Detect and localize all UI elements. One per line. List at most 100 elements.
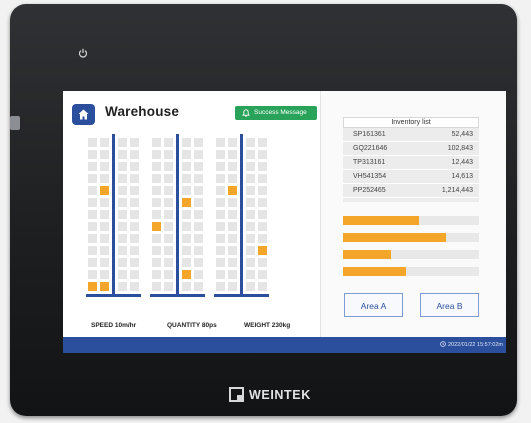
- storage-slot[interactable]: [100, 210, 109, 219]
- storage-slot[interactable]: [88, 210, 97, 219]
- storage-slot[interactable]: [216, 186, 225, 195]
- storage-slot[interactable]: [258, 138, 267, 147]
- inventory-row[interactable]: TP313161 12,443: [343, 156, 479, 170]
- storage-slot[interactable]: [246, 246, 255, 255]
- storage-slot[interactable]: [164, 186, 173, 195]
- storage-slot[interactable]: [228, 210, 237, 219]
- storage-slot[interactable]: [130, 270, 139, 279]
- storage-slot[interactable]: [246, 258, 255, 267]
- success-message-badge[interactable]: Success Message: [235, 106, 317, 120]
- storage-slot[interactable]: [100, 174, 109, 183]
- storage-slot[interactable]: [118, 210, 127, 219]
- storage-slot[interactable]: [216, 282, 225, 291]
- storage-slot[interactable]: [130, 162, 139, 171]
- storage-slot[interactable]: [100, 138, 109, 147]
- storage-slot[interactable]: [118, 270, 127, 279]
- area-b-button[interactable]: Area B: [420, 293, 479, 317]
- storage-slot[interactable]: [88, 186, 97, 195]
- storage-slot[interactable]: [228, 198, 237, 207]
- storage-slot[interactable]: [100, 246, 109, 255]
- storage-slot[interactable]: [152, 210, 161, 219]
- storage-slot[interactable]: [182, 258, 191, 267]
- storage-slot[interactable]: [194, 258, 203, 267]
- storage-slot[interactable]: [152, 174, 161, 183]
- storage-slot[interactable]: [228, 282, 237, 291]
- storage-slot[interactable]: [130, 222, 139, 231]
- storage-slot[interactable]: [88, 246, 97, 255]
- storage-slot[interactable]: [118, 282, 127, 291]
- storage-slot[interactable]: [194, 270, 203, 279]
- storage-slot[interactable]: [88, 150, 97, 159]
- storage-slot[interactable]: [182, 174, 191, 183]
- storage-slot[interactable]: [88, 258, 97, 267]
- storage-slot[interactable]: [152, 282, 161, 291]
- storage-slot[interactable]: [88, 174, 97, 183]
- storage-slot[interactable]: [228, 174, 237, 183]
- storage-slot[interactable]: [88, 198, 97, 207]
- storage-slot[interactable]: [228, 258, 237, 267]
- storage-slot[interactable]: [216, 150, 225, 159]
- storage-slot[interactable]: [228, 234, 237, 243]
- storage-slot[interactable]: [194, 282, 203, 291]
- storage-slot[interactable]: [194, 234, 203, 243]
- storage-slot[interactable]: [88, 222, 97, 231]
- storage-slot[interactable]: [228, 222, 237, 231]
- storage-slot[interactable]: [258, 150, 267, 159]
- storage-slot[interactable]: [216, 270, 225, 279]
- area-a-button[interactable]: Area A: [344, 293, 403, 317]
- storage-slot[interactable]: [130, 174, 139, 183]
- storage-slot[interactable]: [152, 270, 161, 279]
- storage-slot[interactable]: [152, 186, 161, 195]
- storage-slot[interactable]: [118, 138, 127, 147]
- storage-slot[interactable]: [228, 138, 237, 147]
- storage-slot[interactable]: [152, 150, 161, 159]
- storage-slot[interactable]: [246, 222, 255, 231]
- storage-slot[interactable]: [130, 210, 139, 219]
- storage-slot[interactable]: [246, 198, 255, 207]
- storage-slot[interactable]: [246, 282, 255, 291]
- storage-slot[interactable]: [182, 234, 191, 243]
- storage-slot[interactable]: [194, 150, 203, 159]
- storage-slot[interactable]: [182, 198, 191, 207]
- storage-slot[interactable]: [258, 222, 267, 231]
- storage-slot[interactable]: [164, 222, 173, 231]
- storage-slot[interactable]: [164, 258, 173, 267]
- storage-slot[interactable]: [164, 234, 173, 243]
- storage-slot[interactable]: [164, 138, 173, 147]
- storage-slot[interactable]: [118, 186, 127, 195]
- storage-slot[interactable]: [118, 246, 127, 255]
- storage-slot[interactable]: [164, 150, 173, 159]
- storage-slot[interactable]: [182, 162, 191, 171]
- storage-slot[interactable]: [258, 270, 267, 279]
- storage-slot[interactable]: [88, 282, 97, 291]
- storage-slot[interactable]: [88, 234, 97, 243]
- storage-slot[interactable]: [194, 186, 203, 195]
- storage-slot[interactable]: [118, 258, 127, 267]
- storage-slot[interactable]: [194, 210, 203, 219]
- storage-slot[interactable]: [118, 198, 127, 207]
- storage-slot[interactable]: [130, 282, 139, 291]
- storage-slot[interactable]: [152, 246, 161, 255]
- storage-slot[interactable]: [246, 270, 255, 279]
- storage-slot[interactable]: [118, 162, 127, 171]
- storage-slot[interactable]: [100, 282, 109, 291]
- inventory-row[interactable]: GQ221646 102,843: [343, 142, 479, 156]
- storage-slot[interactable]: [216, 234, 225, 243]
- storage-slot[interactable]: [194, 222, 203, 231]
- storage-slot[interactable]: [258, 186, 267, 195]
- storage-slot[interactable]: [100, 234, 109, 243]
- storage-slot[interactable]: [152, 162, 161, 171]
- storage-slot[interactable]: [216, 222, 225, 231]
- storage-slot[interactable]: [258, 246, 267, 255]
- storage-slot[interactable]: [118, 150, 127, 159]
- storage-slot[interactable]: [246, 150, 255, 159]
- storage-slot[interactable]: [258, 282, 267, 291]
- storage-slot[interactable]: [228, 270, 237, 279]
- storage-slot[interactable]: [130, 234, 139, 243]
- storage-slot[interactable]: [182, 246, 191, 255]
- storage-slot[interactable]: [100, 222, 109, 231]
- storage-slot[interactable]: [182, 138, 191, 147]
- storage-slot[interactable]: [100, 162, 109, 171]
- storage-slot[interactable]: [152, 234, 161, 243]
- storage-slot[interactable]: [182, 222, 191, 231]
